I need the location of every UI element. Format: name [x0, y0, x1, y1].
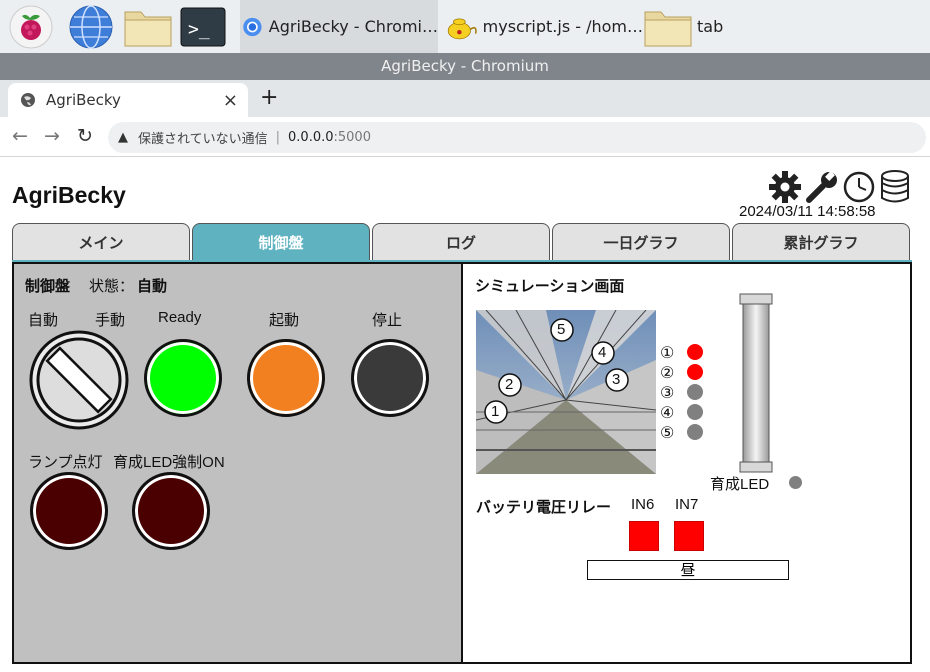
start-label: 起動	[269, 312, 300, 329]
window-2-indicator	[687, 364, 703, 380]
taskbar-thonny-label: myscript.js - /hom…	[482, 17, 643, 36]
taskbar-chromium[interactable]: AgriBecky - Chromi…	[240, 0, 438, 53]
window-5-indicator	[687, 424, 703, 440]
window-3-label: ③	[660, 385, 675, 402]
simulation-panel: シミュレーション画面 5 4 3 2 1 ① ② ③ ④ ⑤ 育成LED バッテ…	[461, 262, 912, 664]
security-status: 保護されていない通信	[138, 132, 268, 147]
marker-1-label: 1	[491, 403, 500, 420]
terminal-icon[interactable]: >_	[179, 4, 227, 54]
marker-5-label: 5	[557, 321, 566, 338]
browser-tab-title: AgriBecky	[46, 91, 121, 109]
address-bar[interactable]: ▲ 保護されていない通信 | 0.0.0.0:5000	[108, 122, 926, 153]
tab-main[interactable]: メイン	[12, 223, 190, 261]
browser-toolbar: ← → ↻ ▲ 保護されていない通信 | 0.0.0.0:5000	[0, 117, 930, 157]
wrench-icon[interactable]	[805, 170, 839, 204]
new-tab-button[interactable]: +	[260, 85, 278, 110]
window-2-label: ②	[660, 365, 675, 382]
marker-4: 4	[591, 341, 615, 369]
marker-2: 2	[498, 373, 522, 401]
manual-label: 手動	[95, 312, 126, 329]
browser-tabstrip: AgriBecky × +	[0, 80, 930, 117]
gear-icon[interactable]	[768, 170, 802, 204]
window-3-indicator	[687, 384, 703, 400]
start-button[interactable]	[247, 339, 325, 417]
taskbar-thonny[interactable]: myscript.js - /hom…	[443, 0, 643, 53]
relay-in7-label: IN7	[675, 496, 699, 513]
warning-icon[interactable]: ▲	[118, 130, 128, 145]
tab-close-icon[interactable]: ×	[223, 90, 238, 111]
svg-text:>_: >_	[188, 19, 210, 40]
battery-relay-label: バッテリ電圧リレー	[476, 499, 612, 516]
tab-daily-graph[interactable]: 一日グラフ	[552, 223, 730, 261]
url-port: :5000	[333, 130, 371, 145]
window-4-indicator	[687, 404, 703, 420]
back-arrow-icon[interactable]: ←	[12, 125, 28, 147]
status-value: 自動	[137, 278, 168, 295]
marker-2-label: 2	[505, 376, 514, 393]
window-1-indicator	[687, 344, 703, 360]
control-panel: 制御盤 状態： 自動 自動 手動 Ready 起動 停止 ランプ点灯 育成LED…	[12, 262, 463, 664]
clock-icon[interactable]	[842, 170, 876, 204]
grow-led-tube-icon	[739, 293, 773, 473]
grow-led-indicator	[789, 476, 802, 489]
database-icon[interactable]	[879, 170, 911, 204]
url-separator: |	[275, 130, 281, 145]
tab-cumulative-graph[interactable]: 累計グラフ	[732, 223, 910, 261]
datetime-display: 2024/03/11 14:58:58	[739, 203, 876, 220]
taskbar: >_ AgriBecky - Chromi… myscript.js - /ho…	[0, 0, 930, 53]
file-manager-icon[interactable]	[123, 4, 173, 54]
web-browser-icon[interactable]	[68, 4, 114, 54]
app-title: AgriBecky	[12, 182, 126, 208]
relay-in6-label: IN6	[631, 496, 655, 513]
ready-lamp	[144, 339, 222, 417]
browser-tab[interactable]: AgriBecky ×	[8, 83, 248, 117]
auto-label: 自動	[28, 312, 59, 329]
status-label: 状態：	[89, 278, 135, 295]
marker-1: 1	[484, 400, 508, 428]
auto-manual-selector-switch[interactable]	[28, 329, 130, 431]
forward-arrow-icon[interactable]: →	[44, 125, 60, 147]
ready-label: Ready	[158, 309, 202, 326]
grow-led-label: 育成LED	[710, 476, 770, 493]
window-title: AgriBecky - Chromium	[0, 53, 930, 80]
window-4-label: ④	[660, 405, 675, 422]
tab-control-panel[interactable]: 制御盤	[192, 223, 370, 261]
lamp-on-button[interactable]	[30, 472, 108, 550]
led-force-label: 育成LED強制ON	[113, 454, 225, 471]
taskbar-folder[interactable]: tab	[643, 0, 763, 53]
taskbar-chromium-label: AgriBecky - Chromi…	[268, 17, 438, 36]
window-5-label: ⑤	[660, 425, 675, 442]
control-heading: 制御盤	[25, 278, 71, 295]
tab-log[interactable]: ログ	[372, 223, 550, 261]
lamp-on-label: ランプ点灯	[28, 454, 103, 471]
taskbar-folder-label: tab	[697, 17, 724, 36]
simulation-heading: シミュレーション画面	[475, 278, 625, 295]
day-night-indicator: 昼	[587, 560, 789, 580]
url-host: 0.0.0.0	[288, 130, 334, 145]
app-tabs: メイン 制御盤 ログ 一日グラフ 累計グラフ	[12, 223, 912, 261]
folder-icon	[644, 11, 692, 46]
marker-4-label: 4	[598, 344, 607, 361]
stop-button[interactable]	[351, 339, 429, 417]
chromium-icon	[243, 17, 262, 36]
page-content: AgriBecky 2024/03/11 14:58:58 メイン 制御盤 ログ…	[0, 158, 930, 672]
reload-icon[interactable]: ↻	[77, 125, 93, 147]
stop-label: 停止	[372, 312, 403, 329]
relay-in7-indicator	[674, 521, 704, 551]
header-icons	[768, 170, 911, 204]
raspberry-menu-icon[interactable]	[8, 4, 54, 54]
globe-icon	[21, 93, 35, 107]
thonny-icon	[447, 17, 477, 39]
window-1-label: ①	[660, 345, 675, 362]
led-force-on-button[interactable]	[132, 472, 210, 550]
marker-3: 3	[605, 368, 629, 396]
relay-in6-indicator	[629, 521, 659, 551]
marker-3-label: 3	[612, 371, 621, 388]
marker-5: 5	[550, 318, 574, 346]
